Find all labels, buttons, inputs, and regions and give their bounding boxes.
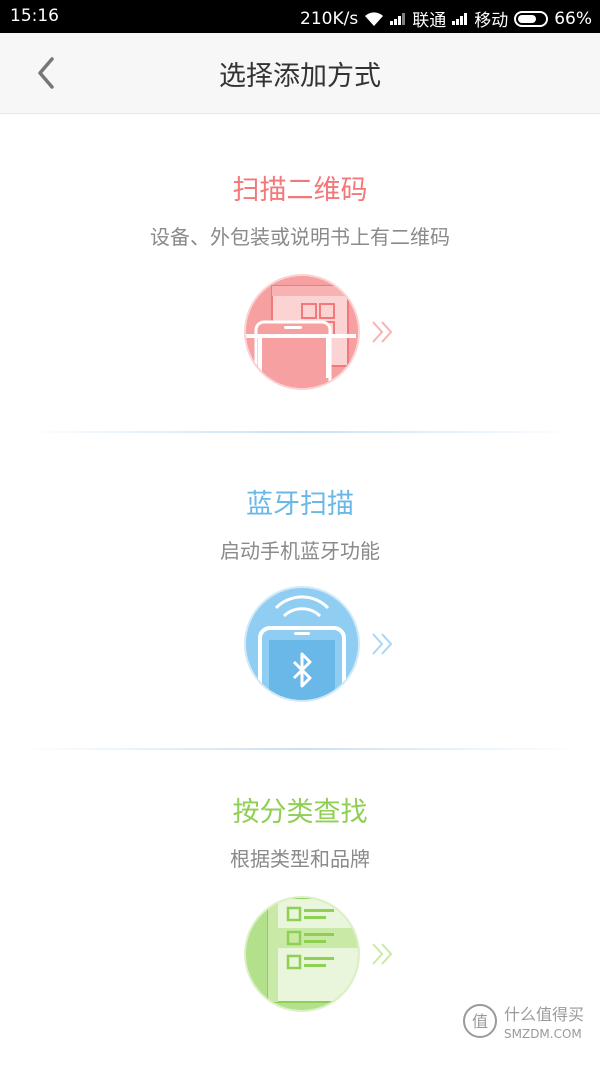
status-right: 210K/s 联通 移动 66% <box>300 6 592 32</box>
divider <box>20 748 580 750</box>
option-subtitle: 设备、外包装或说明书上有二维码 <box>150 225 450 249</box>
option-browse-category[interactable]: 按分类查找 根据类型和品牌 <box>0 790 600 1020</box>
page-title: 选择添加方式 <box>219 61 381 92</box>
watermark-text: 什么值得买 <box>504 1005 585 1024</box>
option-title: 蓝牙扫描 <box>246 489 354 520</box>
option-bluetooth-scan[interactable]: 蓝牙扫描 启动手机蓝牙功能 <box>0 482 600 722</box>
chevron-right-icon <box>372 943 393 965</box>
option-title: 按分类查找 <box>232 797 368 828</box>
watermark-logo-icon: 值 <box>463 1004 497 1038</box>
qr-scan-icon <box>244 274 360 390</box>
watermark-domain: SMZDM.COM <box>504 1027 582 1041</box>
signal-icon <box>390 12 406 25</box>
carrier-2: 移动 <box>474 11 509 31</box>
divider <box>20 431 580 433</box>
svg-text:值: 值 <box>472 1012 488 1031</box>
chevron-right-icon <box>372 321 393 343</box>
option-title: 扫描二维码 <box>232 175 368 206</box>
wifi-icon <box>365 11 384 26</box>
battery-icon <box>514 10 549 27</box>
nav-bar: 选择添加方式 <box>0 33 600 114</box>
watermark: 值 什么值得买 SMZDM.COM <box>460 991 590 1061</box>
status-time: 15:16 <box>10 6 59 26</box>
option-subtitle: 启动手机蓝牙功能 <box>220 539 380 563</box>
battery-level: 66% <box>554 8 592 29</box>
option-subtitle: 根据类型和品牌 <box>230 847 370 871</box>
network-speed: 210K/s <box>300 8 359 29</box>
status-bar: 15:16 210K/s 联通 移动 66% <box>0 0 600 33</box>
category-list-icon <box>244 896 360 1012</box>
signal-icon <box>452 12 468 25</box>
chevron-right-icon <box>372 633 393 655</box>
bluetooth-icon <box>244 586 360 702</box>
carrier-1: 联通 <box>412 11 447 31</box>
option-scan-qr[interactable]: 扫描二维码 设备、外包装或说明书上有二维码 <box>0 168 600 398</box>
